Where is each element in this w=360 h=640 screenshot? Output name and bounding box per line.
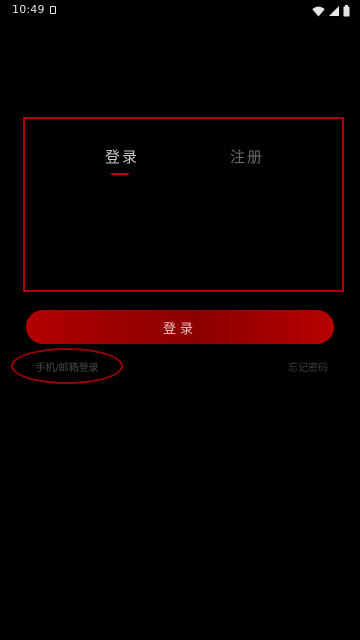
wifi-icon: [312, 6, 325, 17]
active-tab-indicator: [111, 173, 129, 175]
verify-login-label: 手机/邮箱登录: [35, 362, 99, 374]
signal-icon: [329, 6, 339, 16]
tab-register[interactable]: 注册: [230, 147, 264, 167]
verify-login-link[interactable]: 手机/邮箱登录: [11, 348, 123, 384]
login-button-label: 登录: [162, 321, 197, 337]
status-bar: 10:49: [0, 0, 360, 24]
login-button[interactable]: 登录: [26, 310, 334, 344]
auth-panel: 登录 注册: [23, 117, 344, 292]
tab-login[interactable]: 登录: [105, 147, 139, 167]
status-time: 10:49: [12, 3, 45, 16]
status-icons: [312, 4, 350, 18]
forgot-password-link[interactable]: 忘记密码: [288, 359, 328, 374]
notification-icon: [50, 6, 56, 14]
battery-icon: [343, 5, 350, 17]
